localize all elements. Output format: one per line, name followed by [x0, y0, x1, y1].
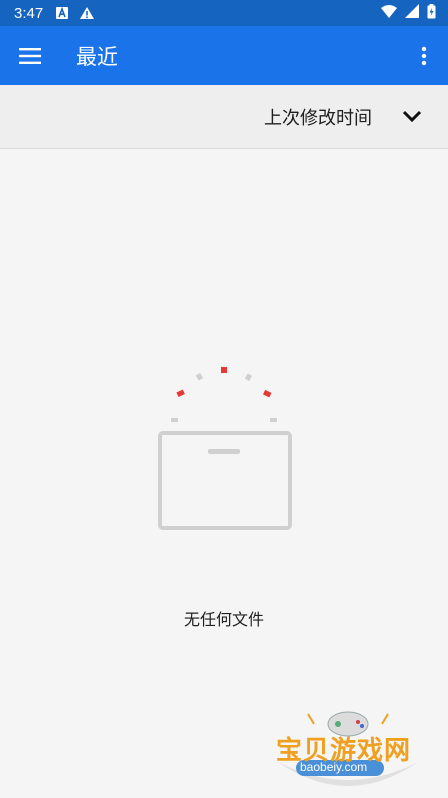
- watermark-url: baobeiy.com: [300, 760, 368, 774]
- page-title: 最近: [76, 44, 118, 69]
- status-bar: 3:47: [0, 0, 448, 26]
- more-vertical-icon[interactable]: [400, 26, 448, 85]
- app-bar: 最近: [0, 26, 448, 85]
- empty-message: 无任何文件: [183, 610, 264, 629]
- status-time: 3:47: [14, 4, 44, 22]
- sort-bar[interactable]: 上次修改时间: [0, 85, 448, 149]
- empty-box-icon: [150, 360, 300, 535]
- a-icon: [55, 6, 69, 20]
- signal-icon: [405, 4, 419, 22]
- wifi-icon: [381, 4, 397, 22]
- warning-icon: [79, 6, 95, 20]
- watermark-logo: 宝贝游戏网 baobeiy.com: [268, 700, 428, 795]
- sort-label[interactable]: 上次修改时间: [264, 104, 372, 130]
- hamburger-icon[interactable]: [0, 26, 60, 85]
- battery-icon: [427, 3, 436, 23]
- chevron-down-icon[interactable]: [402, 110, 422, 123]
